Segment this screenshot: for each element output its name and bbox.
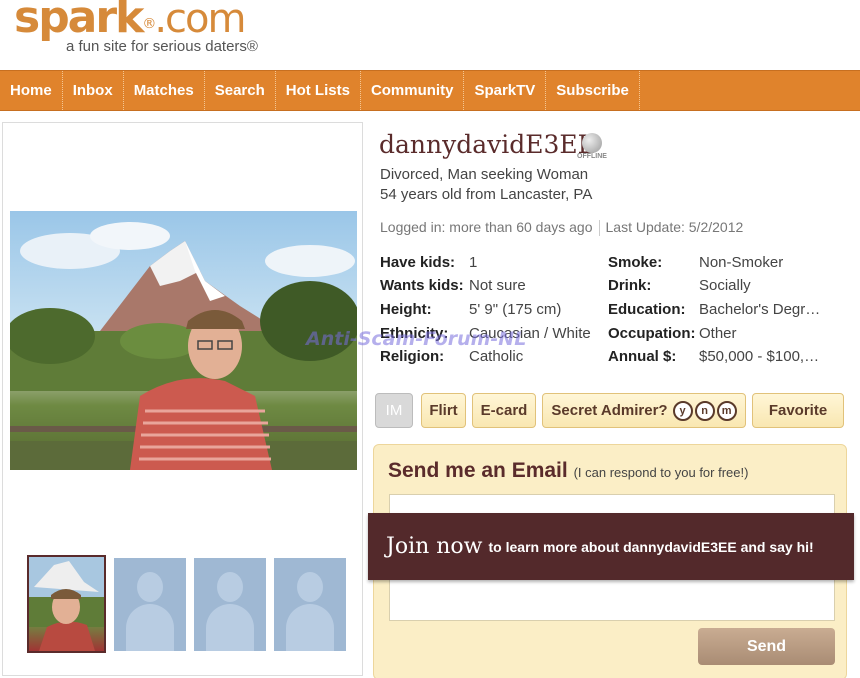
nav-search[interactable]: Search [205,71,276,110]
main-nav: Home Inbox Matches Search Hot Lists Comm… [0,70,860,111]
online-status-icon: OFFLINE [577,133,607,163]
status-dot [582,133,602,153]
logged-in-text: Logged in: more than 60 days ago [380,219,593,235]
attr-wants-kids: Wants kids: Not sure [380,277,526,294]
join-now-text: to learn more about dannydavidE3EE and s… [488,538,814,555]
divider [598,220,600,237]
logo-wordmark: spark®.com [14,0,247,43]
im-button[interactable]: IM [375,393,413,428]
thumbnail-placeholder[interactable] [194,558,266,651]
watermark: Anti-Scam-Forum-NL [306,328,527,350]
attr-height: Height: 5' 9" (175 cm) [380,301,562,318]
thumbnail-placeholder[interactable] [274,558,346,651]
silhouette-icon [297,572,323,602]
attr-religion: Religion: Catholic [380,348,524,365]
logo-suffix: .com [154,0,246,42]
logo-tagline: a fun site for serious daters® [66,38,258,55]
main-profile-photo[interactable] [10,211,357,470]
thumbnail-placeholder[interactable] [114,558,186,651]
nav-matches[interactable]: Matches [124,71,205,110]
profile-summary: Divorced, Man seeking Woman [380,166,589,183]
secret-admirer-label: Secret Admirer? [551,402,668,419]
ecard-button[interactable]: E-card [472,393,536,428]
flirt-button[interactable]: Flirt [421,393,466,428]
email-title: Send me an Email (I can respond to you f… [388,459,748,483]
no-icon[interactable]: n [694,400,715,421]
silhouette-icon [217,572,243,602]
send-button[interactable]: Send [698,628,835,665]
favorite-button[interactable]: Favorite [752,393,844,428]
silhouette-icon [137,572,163,602]
email-subtitle: (I can respond to you for free!) [573,465,749,480]
last-update-text: Last Update: 5/2/2012 [605,219,744,235]
thumbnail-selected[interactable] [27,555,106,653]
logo-registered: ® [142,16,156,32]
status-label: OFFLINE [577,153,607,160]
photo-panel [2,122,363,676]
profile-username: dannydavidE3EE [379,130,596,159]
maybe-icon[interactable]: m [716,400,737,421]
nav-home[interactable]: Home [0,71,63,110]
attr-education: Education: Bachelor's Degr… [608,301,821,318]
attr-occupation: Occupation: Other [608,325,737,342]
profile-photo-image [10,222,357,470]
attr-drink: Drink: Socially [608,277,751,294]
nav-subscribe[interactable]: Subscribe [546,71,640,110]
join-now-banner[interactable]: Join now to learn more about dannydavidE… [368,513,854,580]
activity-info: Logged in: more than 60 days ago Last Upd… [380,219,744,237]
photo-thumbnails [27,555,354,653]
yes-no-maybe-icons: y n m [671,400,737,421]
nav-hot-lists[interactable]: Hot Lists [276,71,361,110]
profile-age-location: 54 years old from Lancaster, PA [380,186,593,203]
attr-smoke: Smoke: Non-Smoker [608,254,784,271]
nav-community[interactable]: Community [361,71,465,110]
site-logo[interactable]: spark®.com a fun site for serious daters… [14,0,258,55]
attr-annual-income: Annual $: $50,000 - $100,… [608,348,820,365]
nav-sparktv[interactable]: SparkTV [464,71,547,110]
nav-inbox[interactable]: Inbox [63,71,124,110]
thumbnail-photo-image [29,557,104,651]
secret-admirer-button[interactable]: Secret Admirer? y n m [542,393,746,428]
join-now-label: Join now [386,534,483,559]
logo-name: spark [14,0,144,43]
yes-icon[interactable]: y [672,400,693,421]
attr-have-kids: Have kids: 1 [380,254,478,271]
email-title-text: Send me an Email [388,459,568,482]
